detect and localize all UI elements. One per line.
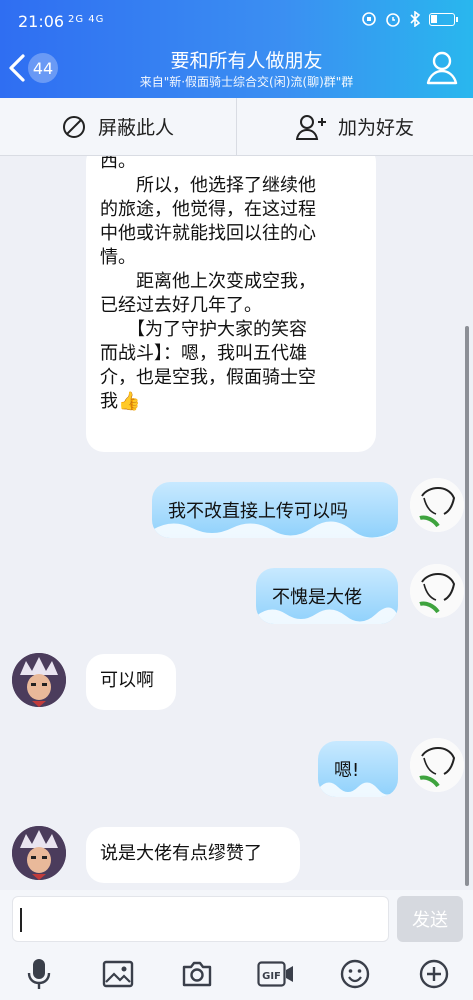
message-text: 说是大佬有点缪赞了 xyxy=(100,843,262,864)
message-input[interactable] xyxy=(12,896,389,942)
chat-title: 要和所有人做朋友 xyxy=(170,50,323,72)
smiley-icon xyxy=(340,959,369,989)
wave-decoration-icon xyxy=(152,521,398,538)
chevron-left-icon xyxy=(9,54,25,82)
avatar-sketch-icon xyxy=(410,564,464,618)
more-button[interactable] xyxy=(415,955,453,993)
status-icons xyxy=(361,11,458,27)
gif-icon: GIF xyxy=(257,961,293,987)
my-avatar[interactable] xyxy=(410,478,464,532)
plus-circle-icon xyxy=(419,959,448,989)
wave-decoration-icon xyxy=(318,782,398,797)
profile-button[interactable] xyxy=(425,50,459,86)
input-bar: 发送 xyxy=(0,890,473,948)
clock-icon xyxy=(386,13,400,27)
voice-button[interactable] xyxy=(20,955,58,993)
microphone-icon xyxy=(28,959,51,989)
scrollbar[interactable] xyxy=(465,326,469,886)
my-avatar[interactable] xyxy=(410,564,464,618)
text-caret xyxy=(20,908,22,932)
back-button[interactable]: 44 xyxy=(6,48,64,88)
gif-label: GIF xyxy=(262,971,281,982)
add-friend-button[interactable]: 加为好友 xyxy=(237,98,473,155)
chat-subtitle: 来自"新·假面骑士综合交(闲)流(聊)群"群 xyxy=(139,75,354,89)
avatar-sketch-icon xyxy=(410,478,464,532)
block-icon xyxy=(62,115,85,138)
my-avatar[interactable] xyxy=(410,738,464,792)
image-icon xyxy=(103,960,134,988)
message-bubble-received[interactable]: 可以啊 xyxy=(86,654,176,710)
message-bubble-received[interactable]: 西。 所以，他选择了继续他 的旅途，他觉得，在这过程 中他或许就能找回以往的心 … xyxy=(86,156,376,452)
sender-avatar[interactable] xyxy=(12,826,66,880)
add-friend-label: 加为好友 xyxy=(337,117,414,139)
signal-indicator: 2G 4G xyxy=(68,14,105,25)
sender-avatar[interactable] xyxy=(12,653,66,707)
input-toolbar: GIF xyxy=(0,948,473,1000)
avatar-anime-icon xyxy=(12,826,66,880)
send-button[interactable]: 发送 xyxy=(397,896,463,942)
member-action-bar: 屏蔽此人 加为好友 xyxy=(0,98,473,156)
chat-header: 44 要和所有人做朋友 来自"新·假面骑士综合交(闲)流(聊)群"群 xyxy=(0,40,473,98)
message-text: 可以啊 xyxy=(100,670,154,691)
avatar-sketch-icon xyxy=(410,738,464,792)
camera-button[interactable] xyxy=(178,955,216,993)
unread-badge: 44 xyxy=(28,53,58,83)
emoji-button[interactable] xyxy=(336,955,374,993)
message-list[interactable]: 西。 所以，他选择了继续他 的旅途，他觉得，在这过程 中他或许就能找回以往的心 … xyxy=(0,156,473,890)
block-user-label: 屏蔽此人 xyxy=(97,117,174,139)
message-bubble-sent[interactable]: 不愧是大佬 xyxy=(256,568,398,624)
alarm-icon xyxy=(362,12,376,26)
avatar-anime-icon xyxy=(12,653,66,707)
block-user-button[interactable]: 屏蔽此人 xyxy=(0,98,236,155)
message-text: 西。 所以，他选择了继续他 的旅途，他觉得，在这过程 中他或许就能找回以往的心 … xyxy=(100,156,316,412)
status-bar: 21:06 2G 4G xyxy=(0,0,473,40)
add-friend-icon xyxy=(295,114,326,140)
status-time: 21:06 xyxy=(18,12,65,31)
message-bubble-sent[interactable]: 嗯! xyxy=(318,741,398,797)
message-bubble-sent[interactable]: 我不改直接上传可以吗 xyxy=(152,482,398,538)
battery-icon xyxy=(429,12,458,26)
wave-decoration-icon xyxy=(256,607,398,624)
camera-icon xyxy=(182,961,212,987)
user-icon xyxy=(426,51,458,85)
bluetooth-icon xyxy=(410,11,421,27)
message-bubble-received[interactable]: 说是大佬有点缪赞了 xyxy=(86,827,300,883)
image-button[interactable] xyxy=(99,955,137,993)
gif-button[interactable]: GIF xyxy=(257,955,295,993)
